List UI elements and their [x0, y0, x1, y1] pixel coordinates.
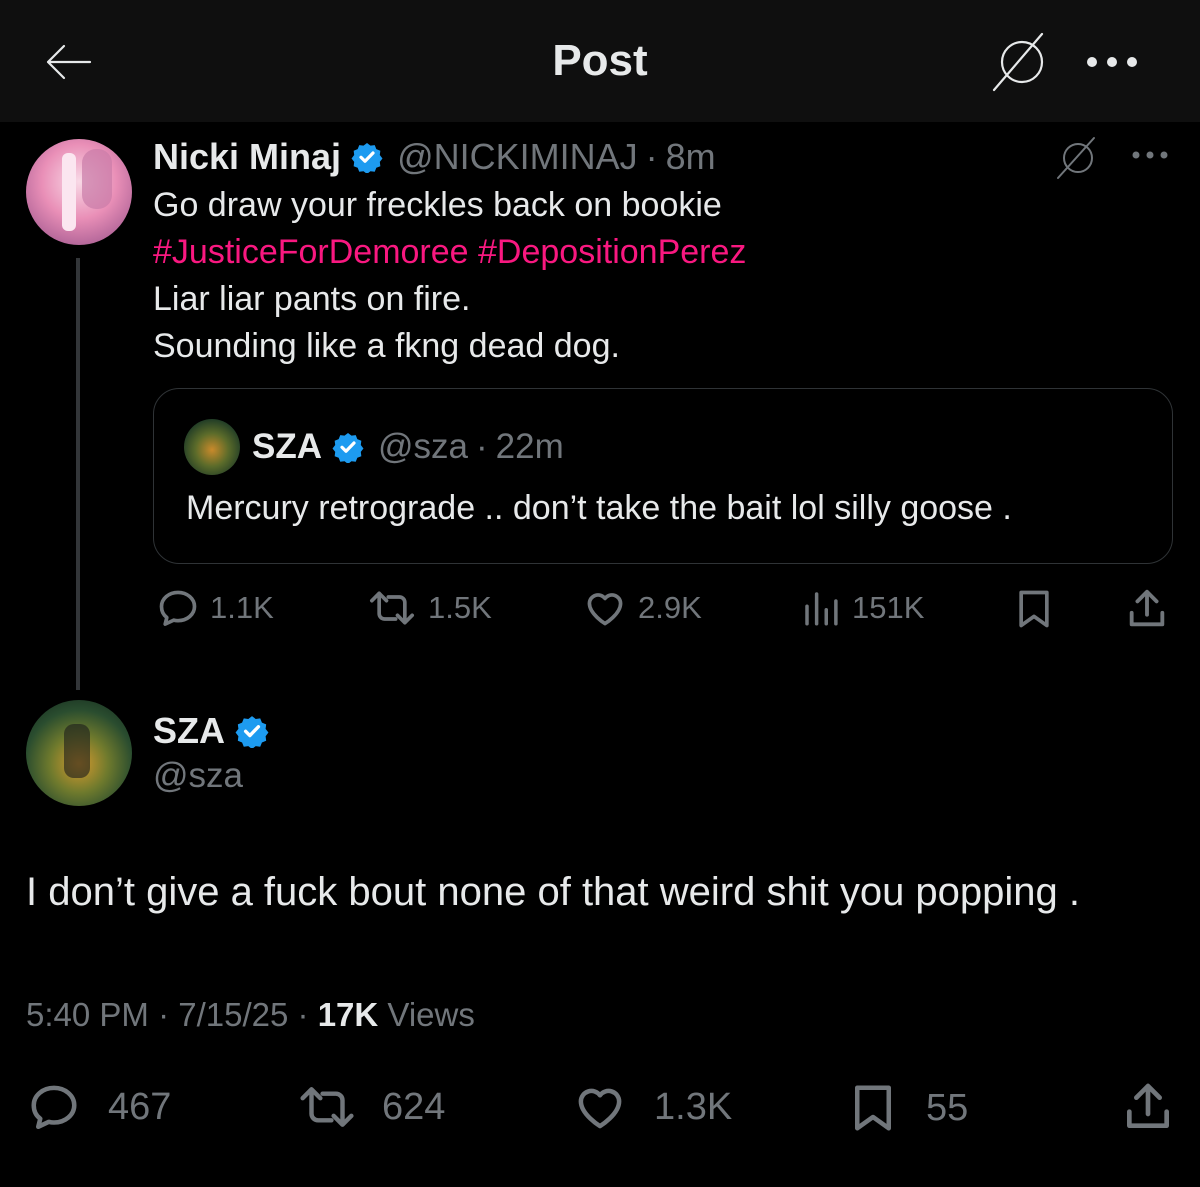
bookmark-icon	[855, 1085, 891, 1131]
author-handle[interactable]: @sza	[153, 756, 243, 796]
like-count: 2.9K	[638, 590, 702, 625]
views-count: 17K	[317, 996, 379, 1033]
repost-button[interactable]: 1.5K	[366, 586, 492, 630]
like-button[interactable]: 2.9K	[582, 586, 702, 630]
hashtags-line: #JusticeForDemoree #DepositionPerez	[153, 229, 1163, 276]
views-label: Views	[387, 996, 475, 1033]
reply-count: 1.1K	[210, 590, 274, 625]
post-time[interactable]: 5:40 PM	[26, 996, 149, 1033]
parent-post-text: Go draw your freckles back on bookie #Ju…	[153, 182, 1163, 370]
parent-post-header: Nicki Minaj @NICKIMINAJ · 8m	[153, 136, 716, 178]
thread-line	[76, 258, 80, 690]
post-text-line: Liar liar pants on fire.	[153, 280, 471, 318]
post-text-line: Go draw your freckles back on bookie	[153, 186, 722, 224]
avatar-sza[interactable]	[26, 700, 132, 806]
reply-icon	[31, 1085, 77, 1130]
reply-button[interactable]: 467	[26, 1080, 171, 1134]
views-count: 151K	[852, 590, 925, 625]
post-text-line: Sounding like a fkng dead dog.	[153, 327, 620, 365]
author-name[interactable]: SZA	[252, 427, 322, 467]
post-time[interactable]: 8m	[666, 136, 716, 178]
bookmark-count: 55	[926, 1086, 969, 1129]
repost-button[interactable]: 624	[296, 1080, 445, 1134]
hashtag-link[interactable]: #JusticeForDemoree	[153, 233, 469, 271]
hashtag-link[interactable]: #DepositionPerez	[478, 233, 746, 271]
repost-icon	[300, 1087, 354, 1127]
heart-icon	[578, 1088, 622, 1129]
reply-count: 467	[108, 1085, 172, 1128]
views-button[interactable]: 151K	[800, 586, 924, 630]
post-date[interactable]: 7/15/25	[178, 996, 288, 1033]
author-name[interactable]: Nicki Minaj	[153, 136, 341, 178]
share-icon[interactable]	[1120, 1078, 1176, 1136]
quoted-post-card[interactable]: SZA @sza · 22m Mercury retrograde .. don…	[153, 388, 1173, 564]
grok-icon[interactable]	[990, 30, 1054, 94]
main-post-author: SZA	[153, 710, 269, 752]
post-meta: 5:40 PM · 7/15/25 · 17K Views	[26, 996, 475, 1034]
avatar-nicki-minaj[interactable]	[26, 139, 132, 245]
author-handle[interactable]: @NICKIMINAJ	[397, 136, 638, 178]
share-icon[interactable]	[1124, 586, 1170, 632]
more-dots-icon[interactable]	[1130, 148, 1170, 162]
verified-badge-icon	[235, 716, 269, 748]
more-dots-icon[interactable]	[1084, 52, 1140, 72]
bookmark-icon[interactable]	[1012, 586, 1056, 632]
verified-badge-icon	[351, 143, 383, 173]
separator-dot: ·	[645, 136, 658, 177]
separator-dot: ·	[476, 427, 488, 466]
repost-icon	[370, 591, 414, 625]
repost-count: 1.5K	[428, 590, 492, 625]
reply-icon	[159, 590, 197, 626]
post-time[interactable]: 22m	[496, 427, 564, 467]
author-handle[interactable]: @sza	[378, 427, 468, 467]
avatar-sza[interactable]	[184, 419, 240, 475]
repost-count: 624	[382, 1085, 446, 1128]
reply-button[interactable]: 1.1K	[156, 586, 274, 630]
top-bar: Post	[0, 0, 1200, 122]
like-count: 1.3K	[654, 1085, 733, 1128]
main-post-text: I don’t give a fuck bout none of that we…	[26, 870, 1081, 914]
verified-badge-icon	[332, 433, 364, 463]
quoted-post-text: Mercury retrograde .. don’t take the bai…	[186, 489, 1012, 527]
separator-dot: ·	[297, 996, 318, 1033]
author-name[interactable]: SZA	[153, 710, 225, 752]
separator-dot: ·	[158, 996, 179, 1033]
like-button[interactable]: 1.3K	[572, 1080, 732, 1134]
quoted-post-header: SZA @sza · 22m	[252, 427, 564, 467]
bookmark-button[interactable]: 55	[846, 1080, 968, 1136]
grok-icon[interactable]	[1054, 134, 1102, 182]
views-chart-icon	[805, 592, 838, 626]
heart-icon	[587, 593, 623, 626]
